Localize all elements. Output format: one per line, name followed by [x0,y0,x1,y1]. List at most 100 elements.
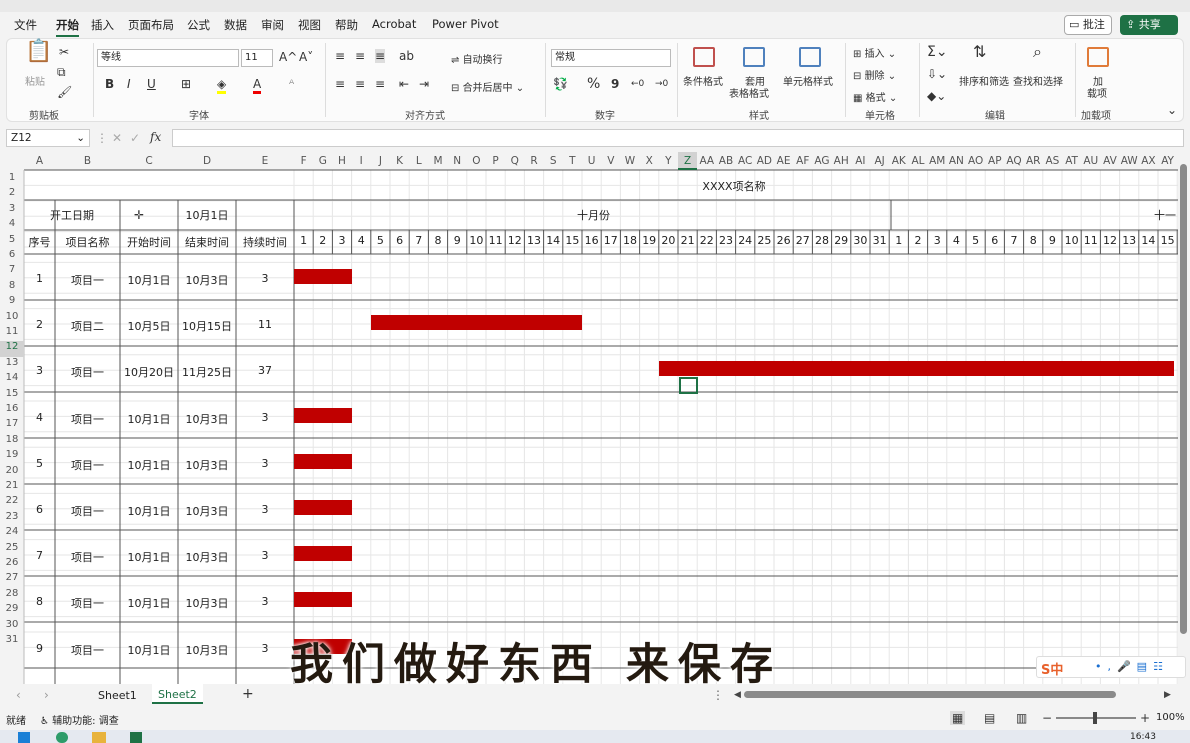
column-header[interactable]: V [601,152,620,170]
row-header[interactable]: 18 [0,434,24,449]
conditional-format-button[interactable]: 条件格式 [683,73,723,88]
tab-help[interactable]: 帮助 [335,17,358,33]
column-header[interactable]: Y [659,152,678,170]
row-header[interactable]: 30 [0,619,24,634]
indent-decrease-icon[interactable]: ⇤ [399,77,409,91]
name-box[interactable]: Z12 ⌄ [6,129,90,147]
tab-data[interactable]: 数据 [224,17,247,33]
align-middle-icon[interactable]: ≡ [355,49,365,63]
row-header[interactable]: 4 [0,218,24,233]
edge-icon[interactable] [56,732,68,743]
comma-button[interactable]: 9 [611,77,619,91]
fill-color-icon[interactable]: ◈ [217,77,227,94]
column-header[interactable]: M [428,152,447,170]
tab-file[interactable]: 文件 [14,17,37,33]
zoom-out-icon[interactable]: − [1042,711,1052,725]
paste-icon[interactable]: 📋 [25,41,52,63]
tab-page-layout[interactable]: 页面布局 [128,17,174,33]
column-header[interactable]: AV [1100,152,1119,170]
currency-icon[interactable]: 💱 [553,77,568,91]
column-header[interactable]: A [24,152,55,170]
column-header[interactable]: C [120,152,178,170]
row-header[interactable]: 20 [0,465,24,480]
format-painter-icon[interactable]: 🖌 [57,85,72,99]
row-header[interactable]: 5 [0,234,24,249]
row-header[interactable]: 19 [0,449,24,464]
column-header[interactable]: AD [755,152,774,170]
row-header[interactable]: 24 [0,526,24,541]
cell-styles-icon[interactable] [799,47,821,67]
column-header[interactable]: X [640,152,659,170]
row-header[interactable]: 9 [0,295,24,310]
column-header[interactable]: U [582,152,601,170]
column-header[interactable]: E [236,152,294,170]
align-center-icon[interactable]: ≡ [355,77,365,91]
decrease-decimal-icon[interactable]: →0 [655,77,668,91]
column-header[interactable]: N [448,152,467,170]
row-header[interactable]: 13 [0,357,24,372]
copy-icon[interactable]: ⧉ [57,65,66,79]
conditional-format-icon[interactable] [693,47,715,67]
prev-sheet-icon[interactable]: ‹ [16,688,21,702]
column-header[interactable]: J [371,152,390,170]
column-header[interactable]: AE [774,152,793,170]
worksheet-grid[interactable]: A B C D E F G H I J K L M N O P Q R S T U V W X Y Z AA AB AC AD AE AF AG… [0,152,1178,684]
tab-review[interactable]: 审阅 [261,17,284,33]
clear-icon[interactable]: ◆⌄ [927,89,946,103]
tab-formulas[interactable]: 公式 [187,17,210,33]
row-header[interactable]: 7 [0,264,24,279]
font-name-select[interactable]: 等线 [97,49,239,67]
column-header[interactable]: O [467,152,486,170]
cell-styles-button[interactable]: 单元格样式 [783,73,833,88]
bold-button[interactable]: B [105,77,114,91]
row-header[interactable]: 21 [0,480,24,495]
scroll-left-icon[interactable]: ◀ [734,688,741,702]
tab-power-pivot[interactable]: Power Pivot [432,17,499,31]
row-header[interactable]: 28 [0,588,24,603]
row-header[interactable]: 8 [0,280,24,295]
sheet-tab-sheet2[interactable]: Sheet2 [152,684,203,704]
horizontal-scroll-thumb[interactable] [744,691,1116,698]
column-header[interactable]: AY [1158,152,1177,170]
column-header[interactable]: AR [1024,152,1043,170]
column-header[interactable]: T [563,152,582,170]
format-table-label2[interactable]: 表格格式 [729,85,769,100]
align-left-icon[interactable]: ≡ [335,77,345,91]
row-header[interactable]: 25 [0,542,24,557]
row-header[interactable]: 6 [0,249,24,264]
sort-filter-button[interactable]: 排序和筛选 [959,73,1009,88]
column-header[interactable]: AO [966,152,985,170]
format-cells-button[interactable]: ▦ 格式 ⌄ [853,89,897,104]
increase-decimal-icon[interactable]: ←0 [631,77,644,91]
row-header[interactable]: 15 [0,388,24,403]
column-header[interactable]: AN [947,152,966,170]
column-header[interactable]: L [409,152,428,170]
ribbon-collapse-icon[interactable]: ⌄ [1167,103,1177,117]
column-header[interactable]: AT [1062,152,1081,170]
normal-view-icon[interactable]: ▦ [950,711,966,725]
column-header[interactable]: S [544,152,563,170]
row-header[interactable]: 12 [0,341,24,357]
align-top-icon[interactable]: ≡ [335,49,345,63]
find-select-button[interactable]: 查找和选择 [1013,73,1063,88]
row-header[interactable]: 27 [0,572,24,587]
scroll-right-icon[interactable]: ▶ [1164,688,1171,702]
row-header[interactable]: 31 [0,634,24,649]
border-icon[interactable]: ⊞ [181,77,191,91]
column-header[interactable]: H [332,152,351,170]
active-cell-Z12[interactable] [679,377,698,394]
folder-icon[interactable] [92,732,106,743]
font-color-icon[interactable]: A [253,77,262,94]
row-header[interactable]: 17 [0,418,24,433]
column-header[interactable]: K [390,152,409,170]
percent-button[interactable]: % [587,77,600,91]
row-header[interactable]: 11 [0,326,24,341]
column-header[interactable]: AF [793,152,812,170]
column-header[interactable]: I [352,152,371,170]
next-sheet-icon[interactable]: › [44,688,49,702]
row-header[interactable]: 3 [0,203,24,218]
start-icon[interactable] [18,732,30,743]
cancel-icon[interactable]: ✕ [112,131,122,145]
page-layout-view-icon[interactable]: ▤ [984,711,995,725]
addins-label2[interactable]: 载项 [1087,85,1107,100]
